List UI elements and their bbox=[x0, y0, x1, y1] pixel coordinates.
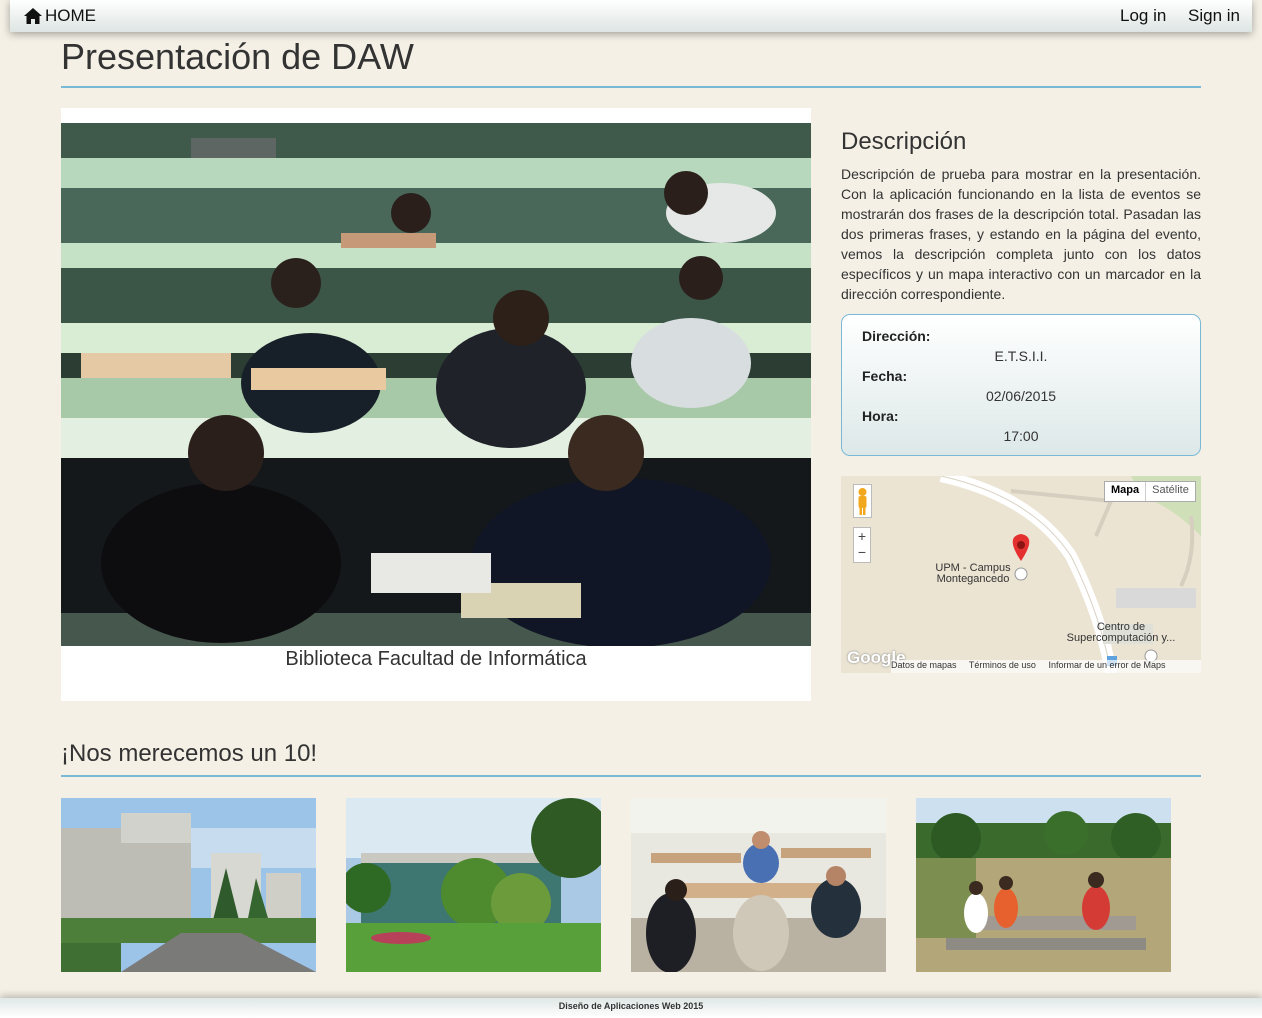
street-view-pegman[interactable] bbox=[853, 484, 872, 518]
map-type-control: Mapa Satélite bbox=[1104, 481, 1196, 502]
map-report-link[interactable]: Informar de un error de Maps bbox=[1048, 660, 1165, 670]
zoom-out-button[interactable]: − bbox=[854, 544, 870, 560]
map-place-label: Centro de Supercomputación y... bbox=[1066, 621, 1176, 644]
zoom-in-button[interactable]: + bbox=[854, 528, 870, 544]
event-details-box: Dirección: E.T.S.I.I. Fecha: 02/06/2015 … bbox=[841, 314, 1201, 456]
library-photo bbox=[61, 123, 811, 646]
map-zoom-control: + − bbox=[853, 527, 871, 563]
map-type-satellite[interactable]: Satélite bbox=[1146, 482, 1195, 501]
time-label: Hora: bbox=[862, 408, 899, 424]
signin-link[interactable]: Sign in bbox=[1188, 6, 1240, 26]
title-divider bbox=[61, 86, 1201, 88]
footer-text: Diseño de Aplicaciones Web 2015 bbox=[558, 1001, 704, 1011]
map-terms-link[interactable]: Términos de uso bbox=[969, 660, 1036, 670]
login-link[interactable]: Log in bbox=[1120, 6, 1166, 26]
gallery-divider bbox=[61, 775, 1201, 777]
map-marker-label: UPM - Campus Montegancedo bbox=[935, 562, 1011, 585]
address-value: E.T.S.I.I. bbox=[994, 348, 1048, 364]
event-map[interactable]: + − Mapa Satélite UPM - Campus Monteganc… bbox=[841, 476, 1201, 673]
gallery-image-3[interactable] bbox=[631, 798, 886, 972]
map-type-map[interactable]: Mapa bbox=[1105, 482, 1147, 501]
date-value: 02/06/2015 bbox=[985, 388, 1057, 404]
gallery-image-1[interactable] bbox=[61, 798, 316, 972]
map-footer: Datos de mapas Términos de uso Informar … bbox=[891, 660, 1201, 673]
address-label: Dirección: bbox=[862, 328, 931, 344]
gallery-image-2[interactable] bbox=[346, 798, 601, 972]
event-main-image: Biblioteca Facultad de Informática bbox=[61, 108, 811, 701]
footer: Diseño de Aplicaciones Web 2015 bbox=[0, 998, 1262, 1018]
page-title: Presentación de DAW bbox=[61, 36, 414, 77]
description-text: Descripción de prueba para mostrar en la… bbox=[841, 166, 1201, 302]
pegman-icon bbox=[858, 488, 867, 515]
home-label: HOME bbox=[45, 6, 96, 25]
description-title: Descripción bbox=[841, 128, 967, 155]
home-icon bbox=[24, 8, 42, 24]
time-value: 17:00 bbox=[1003, 428, 1039, 444]
map-data-link[interactable]: Datos de mapas bbox=[891, 660, 957, 670]
gallery-title: ¡Nos merecemos un 10! bbox=[61, 740, 318, 767]
date-label: Fecha: bbox=[862, 368, 908, 384]
gallery-image-4[interactable] bbox=[916, 798, 1171, 972]
home-link[interactable]: HOME bbox=[24, 6, 96, 26]
photo-caption: Biblioteca Facultad de Informática bbox=[285, 648, 587, 670]
navbar: HOME Log in Sign in bbox=[10, 0, 1252, 32]
